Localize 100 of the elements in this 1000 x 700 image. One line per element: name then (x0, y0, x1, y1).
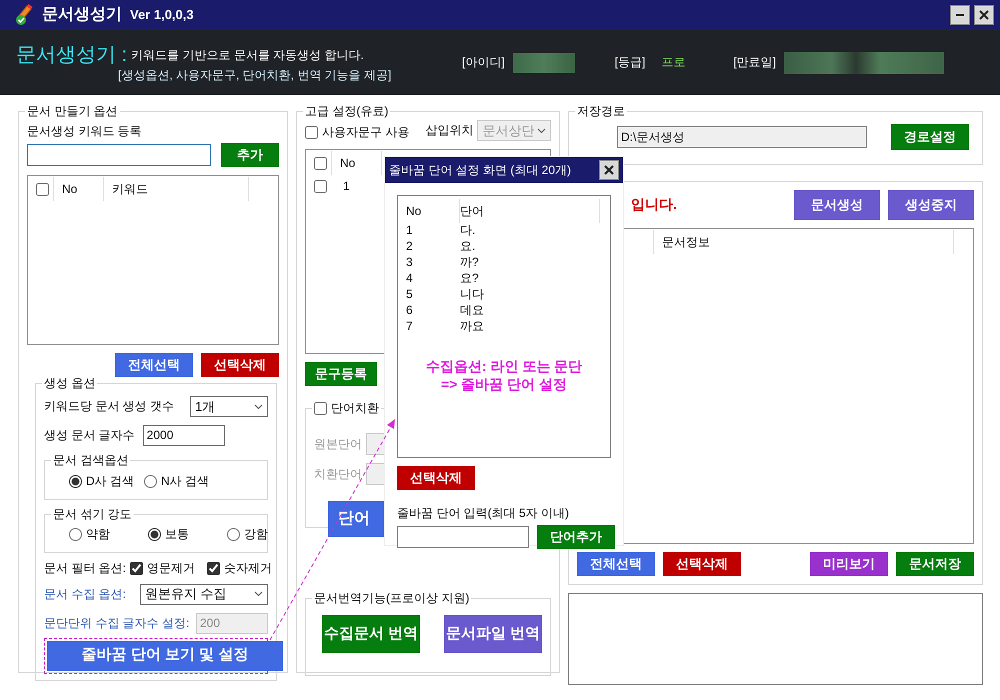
text-field[interactable]: 2000 (142, 425, 225, 446)
caret-icon (537, 128, 546, 134)
table-cell: 니다 (460, 286, 484, 302)
hint-text: => 줄바꿈 단어 설정 (440, 376, 568, 393)
group-title: 저장경로 (576, 105, 626, 118)
close-icon (979, 10, 989, 20)
minimize-icon (956, 14, 964, 16)
table-cell: 요? (460, 270, 479, 286)
option-label: 보통 (165, 526, 189, 542)
translate-button[interactable]: 문서파일 번역 (444, 615, 542, 654)
status-message: 입니다. (631, 196, 677, 214)
column-header: No (406, 204, 422, 218)
register-button[interactable]: 문구등록 (305, 362, 377, 386)
path-button[interactable]: 경로설정 (891, 124, 969, 150)
close-button[interactable] (599, 160, 619, 180)
caret-icon (254, 591, 263, 598)
field-label: 문서생성 키워드 등록 (27, 124, 142, 138)
column-header: 단어 (460, 204, 484, 218)
redacted-block (512, 52, 575, 72)
option-label: 영문제거 (147, 560, 196, 576)
checkbox[interactable] (314, 156, 327, 170)
features-text: [생성옵션, 사용자문구, 단어치환, 번역 기능을 제공] (118, 68, 392, 82)
checkbox[interactable] (305, 126, 318, 140)
linebreak-settings-button[interactable]: 줄바꿈 단어 보기 및 설정 (47, 640, 283, 671)
keyword-field[interactable] (27, 144, 211, 166)
pencil-check-icon (14, 4, 34, 26)
save-button[interactable]: 문서저장 (896, 552, 974, 576)
table-cell-text: 1 (406, 222, 414, 238)
group-title: 문서번역기능(프로이상 지원) (313, 592, 470, 606)
delete-button[interactable]: 선택삭제 (201, 353, 279, 378)
label: 키워드당 문서 생성 갯수 (44, 399, 174, 414)
translate-button[interactable]: 수집문서 번역 (322, 615, 420, 654)
stop-button[interactable]: 생성중지 (888, 190, 974, 220)
field-label: 치환단어 (314, 466, 362, 482)
column-header: No (62, 182, 78, 197)
close-button[interactable] (974, 5, 994, 25)
option-label: 사용자문구 사용 (322, 125, 410, 140)
radio-button[interactable] (144, 474, 157, 488)
group-title: 문서 검색옵션 (52, 454, 130, 468)
app-title: 문서생성기 (42, 5, 122, 25)
group-title: 문서 섞기 강도 (52, 508, 133, 521)
description-text: 키워드를 기반으로 문서를 자동생성 합니다. (131, 48, 364, 62)
minimize-button[interactable] (950, 5, 970, 25)
table-cell-text: 7 (406, 318, 414, 334)
table-cell: 다. (460, 222, 476, 238)
option-label: D사 검색 (86, 474, 134, 489)
column-header: 문서정보 (662, 234, 710, 250)
id-label: [아이디] (462, 55, 505, 70)
column-header: No (340, 156, 356, 171)
option-label: 숫자제거 (224, 560, 272, 576)
table-cell-text: 3 (406, 254, 414, 270)
dropdown[interactable]: 1개 (190, 396, 268, 418)
preview-button[interactable]: 미리보기 (810, 552, 888, 576)
option-label: N사 검색 (161, 474, 209, 489)
dropdown[interactable]: 원본유지 수집 (140, 584, 268, 605)
select-all-button[interactable]: 전체선택 (115, 353, 193, 378)
add-word-button[interactable]: 단어추가 (537, 525, 615, 549)
group-title: 단어치환 (331, 402, 379, 416)
delete-button[interactable]: 선택삭제 (663, 552, 741, 576)
table-cell: 요. (460, 238, 476, 254)
field-label: 줄바꿈 단어 입력(최대 5자 이내) (397, 506, 570, 521)
group-title: 생성 옵션 (43, 377, 96, 390)
option-label: 강함 (244, 526, 268, 542)
delete-button[interactable]: 선택삭제 (397, 466, 475, 490)
select-all-button[interactable]: 전체선택 (577, 552, 655, 576)
table-cell-text: 5 (406, 286, 414, 302)
hint-text: 수집옵션: 라인 또는 문단 (424, 358, 584, 376)
radio-button[interactable] (69, 528, 82, 541)
word-field[interactable] (397, 526, 529, 548)
group-title: 고급 설정(유료) (304, 105, 390, 118)
table-cell-text: 6 (406, 302, 414, 318)
table-cell-text: 4 (406, 270, 414, 286)
generate-button[interactable]: 문서생성 (794, 190, 880, 220)
grade-value: 프로 (661, 55, 686, 70)
table-cell: 까요 (460, 318, 484, 334)
label: 문서 필터 옵션: (44, 560, 126, 576)
expiry-label: [만료일] (733, 55, 776, 70)
table-cell-text: 2 (406, 238, 414, 254)
table-cell: 까? (460, 254, 479, 270)
field-label: 삽입위치 (425, 123, 474, 138)
checkbox[interactable] (207, 562, 220, 575)
radio-button[interactable] (227, 528, 240, 541)
word-button[interactable]: 단어 (328, 501, 386, 538)
radio-button[interactable] (148, 528, 161, 541)
field-label: 원본단어 (314, 436, 362, 452)
checkbox[interactable] (36, 182, 49, 196)
checkbox[interactable] (314, 180, 327, 193)
path-field[interactable]: D:\문서생성 (617, 126, 867, 148)
add-button[interactable]: 추가 (221, 143, 279, 168)
dialog-title: 줄바꿈 단어 설정 화면 (최대 20개) (389, 162, 572, 178)
caret-icon (254, 404, 263, 410)
close-icon (604, 165, 614, 175)
radio-button[interactable] (69, 474, 82, 488)
table-cell: 데요 (460, 302, 484, 318)
checkbox[interactable] (130, 562, 144, 575)
checkbox[interactable] (314, 402, 327, 416)
table-cell: 1 (343, 178, 350, 194)
brand-title: 문서생성기 : (16, 42, 128, 68)
column-header: 키워드 (112, 182, 148, 197)
group-title: 문서 만들기 옵션 (26, 105, 119, 118)
